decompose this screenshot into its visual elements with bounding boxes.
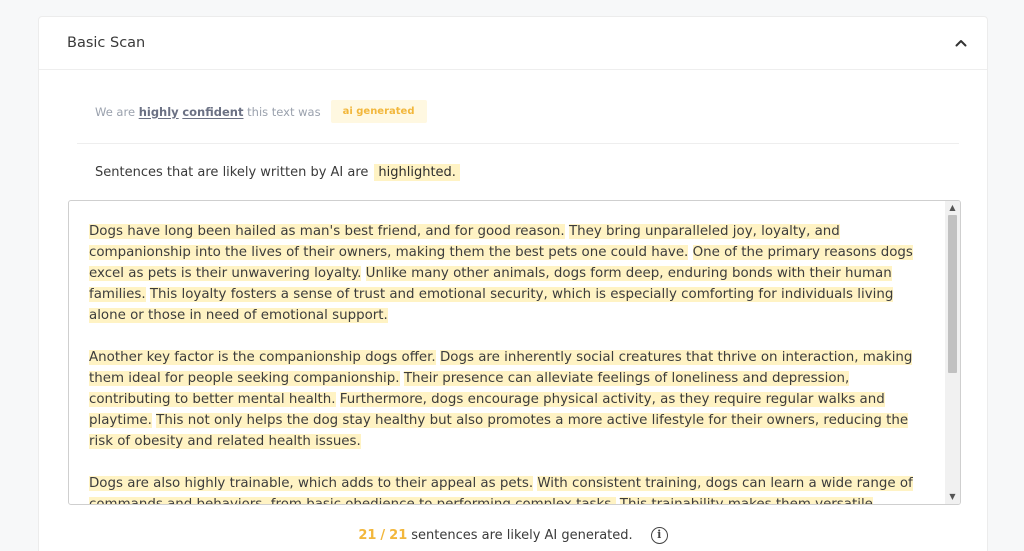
confidence-suffix: this text was xyxy=(247,104,321,119)
panel-header[interactable]: Basic Scan xyxy=(39,17,987,70)
info-icon[interactable]: i xyxy=(650,527,668,544)
highlighted-sentence: This not only helps the dog stay healthy… xyxy=(89,413,909,449)
scanned-text-box[interactable]: Dogs have long been hailed as man's best… xyxy=(68,200,961,505)
highlight-hint: Sentences that are likely written by AI … xyxy=(95,164,460,181)
detected-count: 21 xyxy=(358,528,377,543)
total-count: 21 xyxy=(389,528,408,543)
vertical-scrollbar[interactable]: ▲ ▼ xyxy=(945,201,960,504)
summary-text: sentences are likely AI generated. xyxy=(411,528,633,543)
confidence-prefix: We are xyxy=(95,104,136,119)
panel-title: Basic Scan xyxy=(67,35,146,51)
chevron-up-icon[interactable] xyxy=(953,35,969,51)
confidence-level-word2[interactable]: confident xyxy=(182,105,243,119)
highlighted-sentence: Another key factor is the companionship … xyxy=(89,350,436,365)
text-paragraph: Dogs are also highly trainable, which ad… xyxy=(89,473,929,504)
confidence-level-word1[interactable]: highly xyxy=(139,105,179,119)
scroll-thumb[interactable] xyxy=(948,215,957,373)
basic-scan-panel: Basic Scan We are highly confident this … xyxy=(38,16,988,551)
hint-highlight-word: highlighted. xyxy=(374,164,460,181)
count-separator: / xyxy=(380,528,386,543)
ai-generated-badge: ai generated xyxy=(330,100,427,123)
text-paragraph: Another key factor is the companionship … xyxy=(89,347,929,452)
text-paragraph: Dogs have long been hailed as man's best… xyxy=(89,221,929,326)
scroll-down-arrow-icon[interactable]: ▼ xyxy=(945,490,960,504)
scanned-text: Dogs have long been hailed as man's best… xyxy=(89,221,929,504)
highlighted-sentence: Dogs have long been hailed as man's best… xyxy=(89,224,565,239)
highlighted-sentence: This loyalty fosters a sense of trust an… xyxy=(89,287,894,323)
scroll-up-arrow-icon[interactable]: ▲ xyxy=(945,201,960,215)
ai-sentence-summary: 21/21 sentences are likely AI generated.… xyxy=(39,527,987,544)
hint-text: Sentences that are likely written by AI … xyxy=(95,165,369,180)
confidence-statement: We are highly confident this text was ai… xyxy=(95,100,427,123)
highlighted-sentence: Dogs are also highly trainable, which ad… xyxy=(89,476,534,491)
divider xyxy=(77,143,959,144)
